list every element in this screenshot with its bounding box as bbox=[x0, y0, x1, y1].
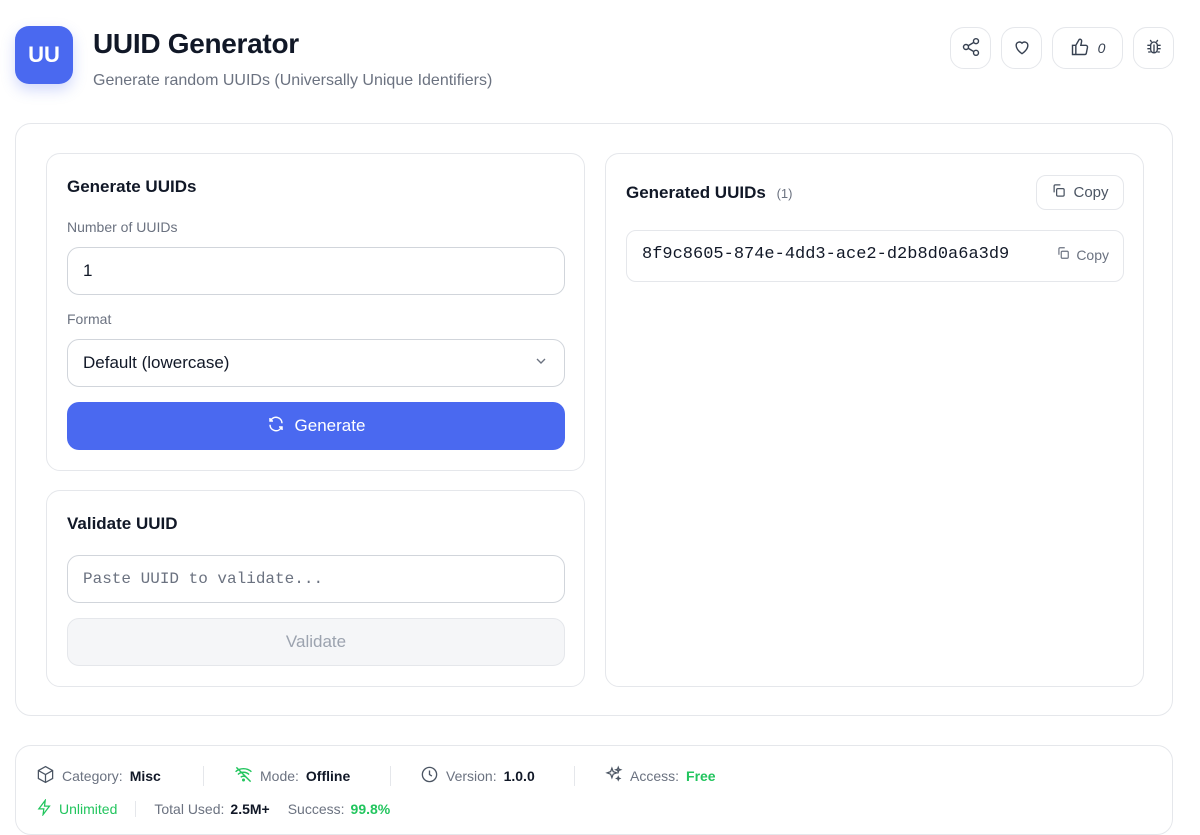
mode-label: Mode: bbox=[260, 768, 299, 784]
validate-card: Validate UUID Validate bbox=[46, 490, 585, 687]
version-value: 1.0.0 bbox=[503, 768, 535, 784]
generate-button-label: Generate bbox=[294, 416, 366, 435]
results-card: Generated UUIDs (1) Copy 8f9c8605-874e-4… bbox=[605, 153, 1144, 687]
uuid-copy-button[interactable]: Copy bbox=[1056, 246, 1109, 263]
version-info: Version: 1.0.0 bbox=[420, 765, 535, 787]
validate-button-label: Validate bbox=[285, 632, 347, 651]
results-count: (1) bbox=[776, 186, 793, 201]
generate-card: Generate UUIDs Number of UUIDs 1 Format … bbox=[46, 153, 585, 471]
share-icon bbox=[961, 37, 981, 60]
access-label: Access: bbox=[630, 768, 680, 784]
report-bug-button[interactable] bbox=[1133, 27, 1174, 69]
copy-all-label: Copy bbox=[1073, 184, 1109, 201]
divider bbox=[574, 766, 575, 786]
category-info: Category: Misc bbox=[36, 765, 161, 787]
count-value: 1 bbox=[83, 261, 93, 280]
clock-icon bbox=[420, 765, 439, 787]
favorite-button[interactable] bbox=[1001, 27, 1042, 69]
like-button[interactable]: 0 bbox=[1052, 27, 1123, 69]
app-logo: UU bbox=[15, 26, 73, 84]
results-title: Generated UUIDs (1) bbox=[626, 183, 792, 203]
copy-icon bbox=[1051, 183, 1066, 202]
category-value: Misc bbox=[129, 768, 161, 784]
usage-info: Unlimited Total Used: 2.5M+ Success: 99.… bbox=[36, 798, 391, 819]
generate-card-title: Generate UUIDs bbox=[67, 177, 197, 196]
tool-panel: Generate UUIDs Number of UUIDs 1 Format … bbox=[15, 123, 1173, 716]
format-value: Default (lowercase) bbox=[83, 353, 230, 372]
count-label: Number of UUIDs bbox=[67, 219, 178, 235]
access-value: Free bbox=[686, 768, 716, 784]
bug-icon bbox=[1144, 37, 1164, 60]
sparkles-icon bbox=[604, 765, 623, 787]
success-value: 99.8% bbox=[350, 801, 391, 817]
copy-icon bbox=[1056, 246, 1070, 263]
uuid-copy-label: Copy bbox=[1076, 246, 1109, 263]
generate-button[interactable]: Generate bbox=[67, 402, 565, 450]
page-title: UUID Generator bbox=[93, 28, 299, 59]
chevron-down-icon bbox=[533, 353, 549, 374]
validate-card-title: Validate UUID bbox=[67, 514, 178, 533]
cube-icon bbox=[36, 765, 55, 787]
copy-all-button[interactable]: Copy bbox=[1036, 175, 1124, 210]
version-label: Version: bbox=[446, 768, 497, 784]
format-label: Format bbox=[67, 311, 112, 327]
like-count: 0 bbox=[1097, 40, 1106, 56]
zap-icon bbox=[36, 798, 53, 819]
thumbs-up-icon bbox=[1070, 37, 1090, 60]
validate-button[interactable]: Validate bbox=[67, 618, 565, 666]
refresh-icon bbox=[267, 415, 285, 438]
count-input[interactable]: 1 bbox=[67, 247, 565, 295]
access-info: Access: Free bbox=[604, 765, 716, 787]
total-used-label: Total Used: bbox=[154, 801, 225, 817]
category-label: Category: bbox=[62, 768, 123, 784]
mode-info: Mode: Offline bbox=[234, 765, 350, 787]
success-label: Success: bbox=[287, 801, 345, 817]
results-title-text: Generated UUIDs bbox=[626, 183, 766, 202]
mode-value: Offline bbox=[305, 768, 351, 784]
divider bbox=[390, 766, 391, 786]
validate-input[interactable] bbox=[67, 555, 565, 603]
format-select[interactable]: Default (lowercase) bbox=[67, 339, 565, 387]
wifi-off-icon bbox=[234, 765, 253, 787]
unlimited-label: Unlimited bbox=[59, 801, 118, 817]
divider bbox=[135, 801, 137, 817]
logo-text: UU bbox=[28, 42, 60, 67]
share-button[interactable] bbox=[950, 27, 991, 69]
uuid-list-item: 8f9c8605-874e-4dd3-ace2-d2b8d0a6a3d9 Cop… bbox=[626, 230, 1124, 282]
divider bbox=[203, 766, 204, 786]
tool-info-footer: Category: Misc Mode: Offline Version: 1.… bbox=[15, 745, 1173, 835]
uuid-value: 8f9c8605-874e-4dd3-ace2-d2b8d0a6a3d9 bbox=[642, 245, 1010, 264]
page-subtitle: Generate random UUIDs (Universally Uniqu… bbox=[93, 72, 493, 89]
validate-input-field[interactable] bbox=[83, 570, 549, 588]
heart-icon bbox=[1012, 37, 1032, 60]
total-used-value: 2.5M+ bbox=[230, 801, 270, 817]
